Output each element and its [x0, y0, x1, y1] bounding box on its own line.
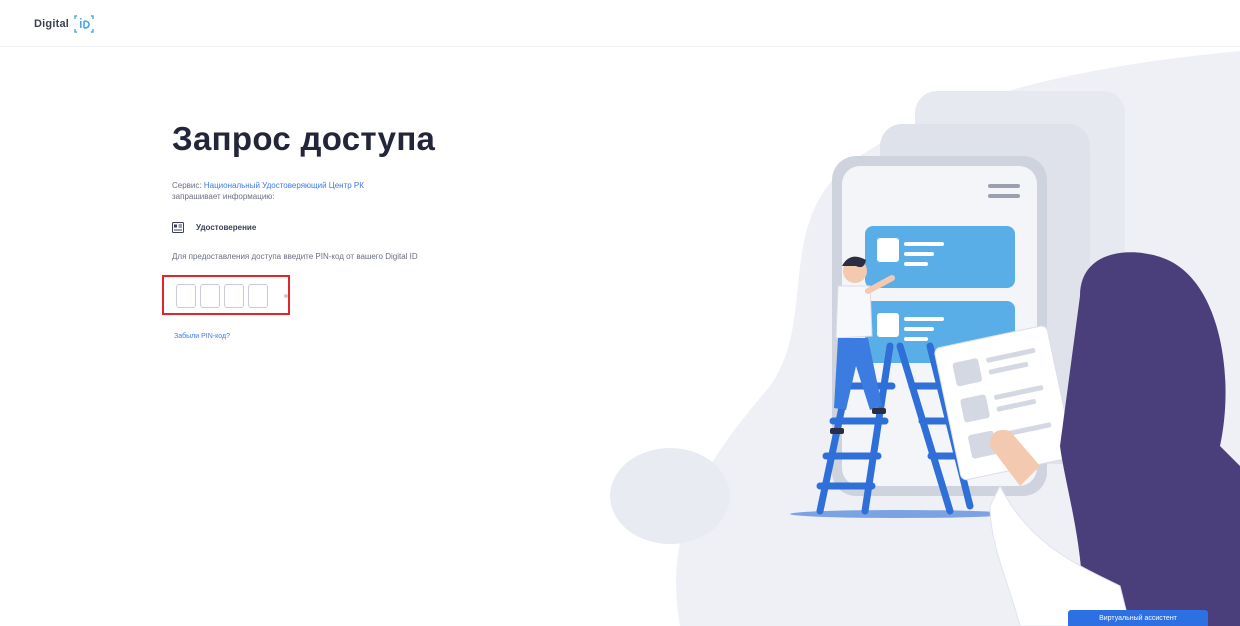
- pin-digit-4[interactable]: [248, 284, 268, 308]
- virtual-assistant-button[interactable]: Виртуальный ассистент: [1068, 610, 1208, 626]
- pin-input-group: [176, 284, 288, 308]
- pin-digit-1[interactable]: [176, 284, 196, 308]
- illustration-shadow: [610, 448, 730, 544]
- forgot-pin-link[interactable]: Забыли PIN-код?: [174, 333, 230, 340]
- id-mark-icon: [74, 15, 94, 33]
- top-bar: Digital: [0, 0, 1240, 47]
- document-icon: [172, 222, 184, 233]
- logo-text: Digital: [34, 18, 70, 30]
- pin-digit-2[interactable]: [200, 284, 220, 308]
- service-prefix: Сервис: [172, 181, 200, 190]
- scope-label: Удостоверение: [196, 223, 257, 232]
- pin-visibility-icon[interactable]: [284, 294, 288, 298]
- service-name-link[interactable]: Национальный Удостоверяющий Центр РК: [204, 181, 364, 190]
- illustration: [610, 51, 1240, 626]
- service-description: Сервис: Национальный Удостоверяющий Цент…: [172, 181, 364, 201]
- logo[interactable]: Digital: [34, 13, 95, 35]
- service-suffix: запрашивает информацию:: [172, 192, 275, 201]
- pin-digit-3[interactable]: [224, 284, 244, 308]
